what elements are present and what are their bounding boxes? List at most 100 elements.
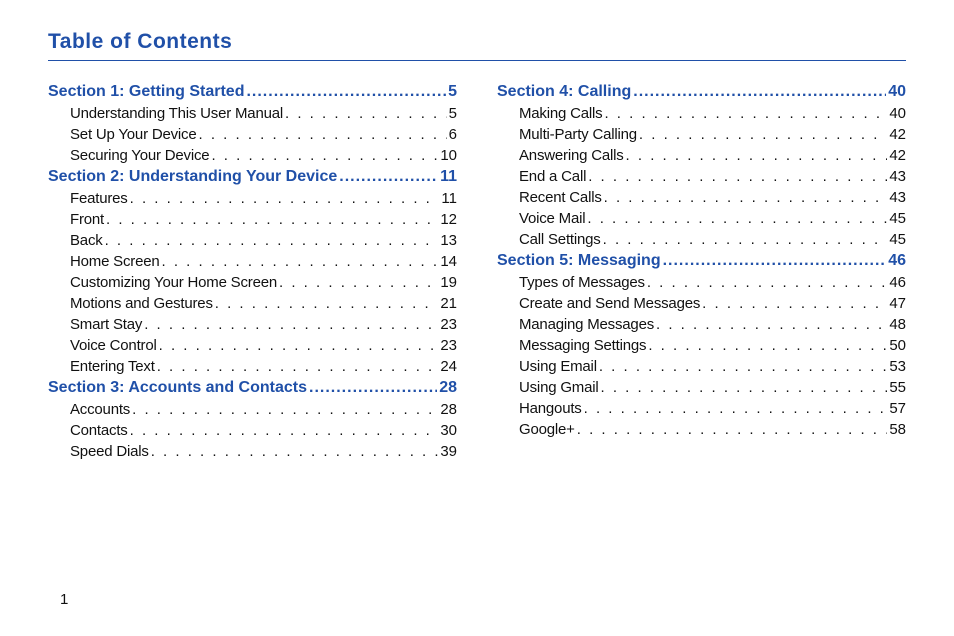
toc-entry-page: 43: [889, 189, 906, 206]
leader-dots: . . . . . . . . . . . . . . . . . . . . …: [599, 358, 887, 375]
toc-entry-page: 43: [889, 168, 906, 185]
toc-entry[interactable]: End a Call. . . . . . . . . . . . . . . …: [497, 168, 906, 185]
toc-entry-label: Accounts: [70, 401, 130, 418]
toc-entry-label: Contacts: [70, 422, 128, 439]
toc-entry[interactable]: Back. . . . . . . . . . . . . . . . . . …: [48, 232, 457, 249]
toc-entry-label: Back: [70, 232, 103, 249]
toc-entry-page: 50: [889, 337, 906, 354]
toc-entry[interactable]: Front. . . . . . . . . . . . . . . . . .…: [48, 211, 457, 228]
leader-dots: . . . . . . . . . . . . . . . . . . . . …: [588, 168, 887, 185]
toc-entry-page: 5: [449, 105, 457, 122]
toc-entry[interactable]: Motions and Gestures. . . . . . . . . . …: [48, 295, 457, 312]
toc-entry[interactable]: Set Up Your Device. . . . . . . . . . . …: [48, 126, 457, 143]
toc-entry-page: 46: [889, 274, 906, 291]
toc-entry-label: Speed Dials: [70, 443, 149, 460]
leader-dots: . . . . . . . . . . . . . . . . . . . . …: [105, 232, 439, 249]
page-title: Table of Contents: [48, 30, 906, 54]
toc-entry[interactable]: Voice Mail. . . . . . . . . . . . . . . …: [497, 210, 906, 227]
toc-entry-label: Google+: [519, 421, 575, 438]
toc-entry[interactable]: Google+. . . . . . . . . . . . . . . . .…: [497, 421, 906, 438]
toc-section-head[interactable]: Section 3: Accounts and Contacts .......…: [48, 379, 457, 397]
toc-entry-label: End a Call: [519, 168, 586, 185]
leader-dots: . . . . . . . . . . . . . . . . . . . . …: [130, 190, 440, 207]
leader-dots: . . . . . . . . . . . . . . . . . . . . …: [648, 337, 887, 354]
leader-dots: . . . . . . . . . . . . . . . . . . . . …: [198, 126, 446, 143]
toc-entry[interactable]: Managing Messages. . . . . . . . . . . .…: [497, 316, 906, 333]
toc-entry[interactable]: Using Gmail. . . . . . . . . . . . . . .…: [497, 379, 906, 396]
leader-dots: . . . . . . . . . . . . . . . . . . . . …: [157, 358, 439, 375]
toc-entry[interactable]: Hangouts. . . . . . . . . . . . . . . . …: [497, 400, 906, 417]
leader-dots: . . . . . . . . . . . . . . . . . . . . …: [162, 253, 439, 270]
toc-entry[interactable]: Voice Control. . . . . . . . . . . . . .…: [48, 337, 457, 354]
toc-entry[interactable]: Multi-Party Calling. . . . . . . . . . .…: [497, 126, 906, 143]
toc-entry-label: Voice Control: [70, 337, 157, 354]
toc-section-page: 5: [448, 83, 457, 101]
toc-entry[interactable]: Messaging Settings. . . . . . . . . . . …: [497, 337, 906, 354]
toc-entry[interactable]: Securing Your Device. . . . . . . . . . …: [48, 147, 457, 164]
toc-entry-page: 30: [440, 422, 457, 439]
toc-entry-label: Call Settings: [519, 231, 601, 248]
leader-dots: . . . . . . . . . . . . . . . . . . . . …: [639, 126, 887, 143]
toc-entry-label: Smart Stay: [70, 316, 142, 333]
toc-section-head[interactable]: Section 4: Calling .....................…: [497, 83, 906, 101]
toc-section-head[interactable]: Section 5: Messaging ...................…: [497, 252, 906, 270]
toc-section-head[interactable]: Section 2: Understanding Your Device ...…: [48, 168, 457, 186]
toc-entry[interactable]: Types of Messages. . . . . . . . . . . .…: [497, 274, 906, 291]
leader-dots: . . . . . . . . . . . . . . . . . . . . …: [159, 337, 439, 354]
toc-section-title: Section 5: Messaging: [497, 252, 661, 270]
leader-dots: ........................................…: [246, 83, 446, 101]
toc-entry[interactable]: Making Calls. . . . . . . . . . . . . . …: [497, 105, 906, 122]
toc-entry-page: 42: [889, 126, 906, 143]
toc-entry-page: 47: [889, 295, 906, 312]
toc-entry-page: 23: [440, 337, 457, 354]
leader-dots: . . . . . . . . . . . . . . . . . . . . …: [587, 210, 887, 227]
toc-entry[interactable]: Using Email. . . . . . . . . . . . . . .…: [497, 358, 906, 375]
toc-entry[interactable]: Recent Calls. . . . . . . . . . . . . . …: [497, 189, 906, 206]
leader-dots: . . . . . . . . . . . . . . . . . . . . …: [151, 443, 439, 460]
toc-entry-label: Understanding This User Manual: [70, 105, 283, 122]
toc-entry-label: Making Calls: [519, 105, 602, 122]
toc-column: Section 1: Getting Started .............…: [48, 79, 457, 464]
toc-entry[interactable]: Contacts. . . . . . . . . . . . . . . . …: [48, 422, 457, 439]
toc-section-head[interactable]: Section 1: Getting Started .............…: [48, 83, 457, 101]
toc-entry-page: 45: [889, 210, 906, 227]
leader-dots: . . . . . . . . . . . . . . . . . . . . …: [647, 274, 887, 291]
toc-entry-page: 39: [440, 443, 457, 460]
toc-entry[interactable]: Customizing Your Home Screen. . . . . . …: [48, 274, 457, 291]
toc-entry[interactable]: Call Settings. . . . . . . . . . . . . .…: [497, 231, 906, 248]
leader-dots: . . . . . . . . . . . . . . . . . . . . …: [211, 147, 438, 164]
toc-entry-label: Using Gmail: [519, 379, 599, 396]
toc-entry-page: 23: [440, 316, 457, 333]
toc-entry[interactable]: Speed Dials. . . . . . . . . . . . . . .…: [48, 443, 457, 460]
leader-dots: . . . . . . . . . . . . . . . . . . . . …: [702, 295, 887, 312]
toc-entry-label: Customizing Your Home Screen: [70, 274, 277, 291]
toc-entry[interactable]: Accounts. . . . . . . . . . . . . . . . …: [48, 401, 457, 418]
toc-entry-page: 21: [440, 295, 457, 312]
leader-dots: ........................................…: [339, 168, 438, 186]
toc-section-page: 11: [440, 168, 457, 186]
leader-dots: ........................................…: [633, 83, 886, 101]
toc-entry-page: 53: [889, 358, 906, 375]
leader-dots: . . . . . . . . . . . . . . . . . . . . …: [144, 316, 438, 333]
toc-entry[interactable]: Understanding This User Manual. . . . . …: [48, 105, 457, 122]
toc-section-title: Section 2: Understanding Your Device: [48, 168, 337, 186]
toc-entry[interactable]: Home Screen. . . . . . . . . . . . . . .…: [48, 253, 457, 270]
toc-entry-page: 45: [889, 231, 906, 248]
leader-dots: . . . . . . . . . . . . . . . . . . . . …: [130, 422, 439, 439]
toc-entry[interactable]: Create and Send Messages. . . . . . . . …: [497, 295, 906, 312]
toc-entry[interactable]: Entering Text. . . . . . . . . . . . . .…: [48, 358, 457, 375]
toc-entry-label: Recent Calls: [519, 189, 602, 206]
toc-entry-page: 42: [889, 147, 906, 164]
toc-entry-page: 13: [440, 232, 457, 249]
toc-entry-label: Multi-Party Calling: [519, 126, 637, 143]
toc-entry-page: 28: [440, 401, 457, 418]
toc-entry-page: 57: [889, 400, 906, 417]
toc-entry-label: Messaging Settings: [519, 337, 646, 354]
toc-entry[interactable]: Answering Calls. . . . . . . . . . . . .…: [497, 147, 906, 164]
toc-entry[interactable]: Smart Stay. . . . . . . . . . . . . . . …: [48, 316, 457, 333]
toc-entry-page: 14: [440, 253, 457, 270]
leader-dots: . . . . . . . . . . . . . . . . . . . . …: [626, 147, 888, 164]
toc-entry[interactable]: Features. . . . . . . . . . . . . . . . …: [48, 190, 457, 207]
toc-entry-page: 24: [440, 358, 457, 375]
toc-entry-page: 58: [889, 421, 906, 438]
